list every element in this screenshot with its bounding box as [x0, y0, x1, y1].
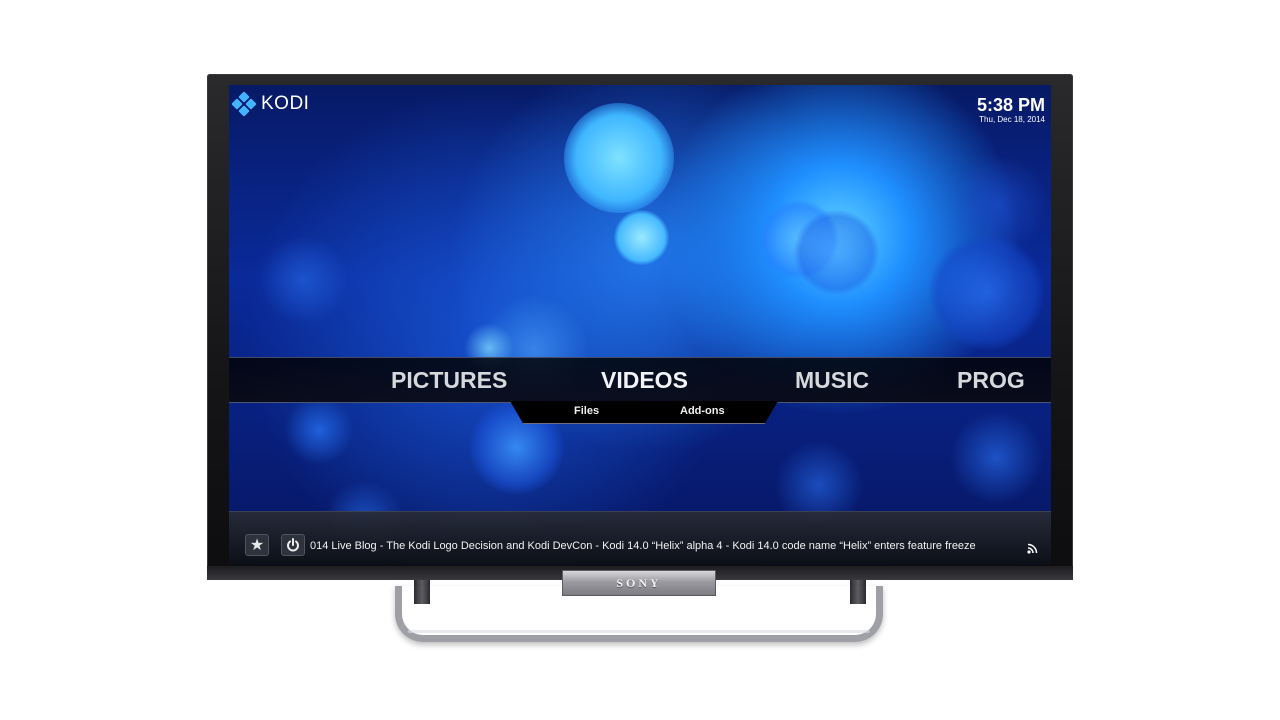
menu-item-videos[interactable]: VIDEOS [601, 366, 688, 394]
menu-item-pictures[interactable]: PICTURES [391, 366, 507, 394]
kodi-logo-text: KODI [261, 93, 310, 114]
rss-icon [1027, 543, 1038, 554]
favourites-button[interactable]: ★ [245, 534, 269, 556]
clock-date: Thu, Dec 18, 2014 [979, 115, 1045, 124]
kodi-logo: KODI [231, 91, 310, 117]
footer-bar: ★ 014 Live Blog - The Kodi Logo Decision… [229, 511, 1051, 566]
videos-submenu: Files Add-ons [510, 401, 778, 424]
submenu-item-addons[interactable]: Add-ons [680, 405, 725, 417]
tv-screen: KODI 5:38 PM Thu, Dec 18, 2014 PICTURES … [229, 85, 1051, 566]
bokeh-light [284, 395, 354, 465]
menu-item-programs[interactable]: PROG [957, 366, 1025, 394]
bokeh-light [949, 410, 1044, 505]
bokeh-light [794, 210, 879, 295]
bokeh-light [929, 235, 1044, 350]
rss-news-ticker: 014 Live Blog - The Kodi Logo Decision a… [310, 540, 976, 552]
bokeh-light [759, 200, 839, 280]
main-menu: PICTURES VIDEOS MUSIC PROG [229, 357, 1051, 403]
menu-item-music[interactable]: MUSIC [795, 366, 869, 394]
star-icon: ★ [249, 537, 265, 554]
power-button[interactable] [281, 534, 305, 556]
bokeh-light [614, 210, 669, 265]
bokeh-light [259, 235, 349, 325]
power-icon [287, 538, 299, 552]
bokeh-light [564, 103, 674, 213]
submenu-item-files[interactable]: Files [574, 405, 599, 417]
clock: 5:38 PM Thu, Dec 18, 2014 [977, 95, 1045, 125]
menu-item-programs-clip: PROG [947, 358, 1051, 402]
bokeh-light [949, 155, 1049, 255]
clock-time: 5:38 PM [976, 95, 1045, 115]
kodi-logo-icon [231, 91, 257, 117]
brand-plate: SONY [562, 570, 716, 596]
